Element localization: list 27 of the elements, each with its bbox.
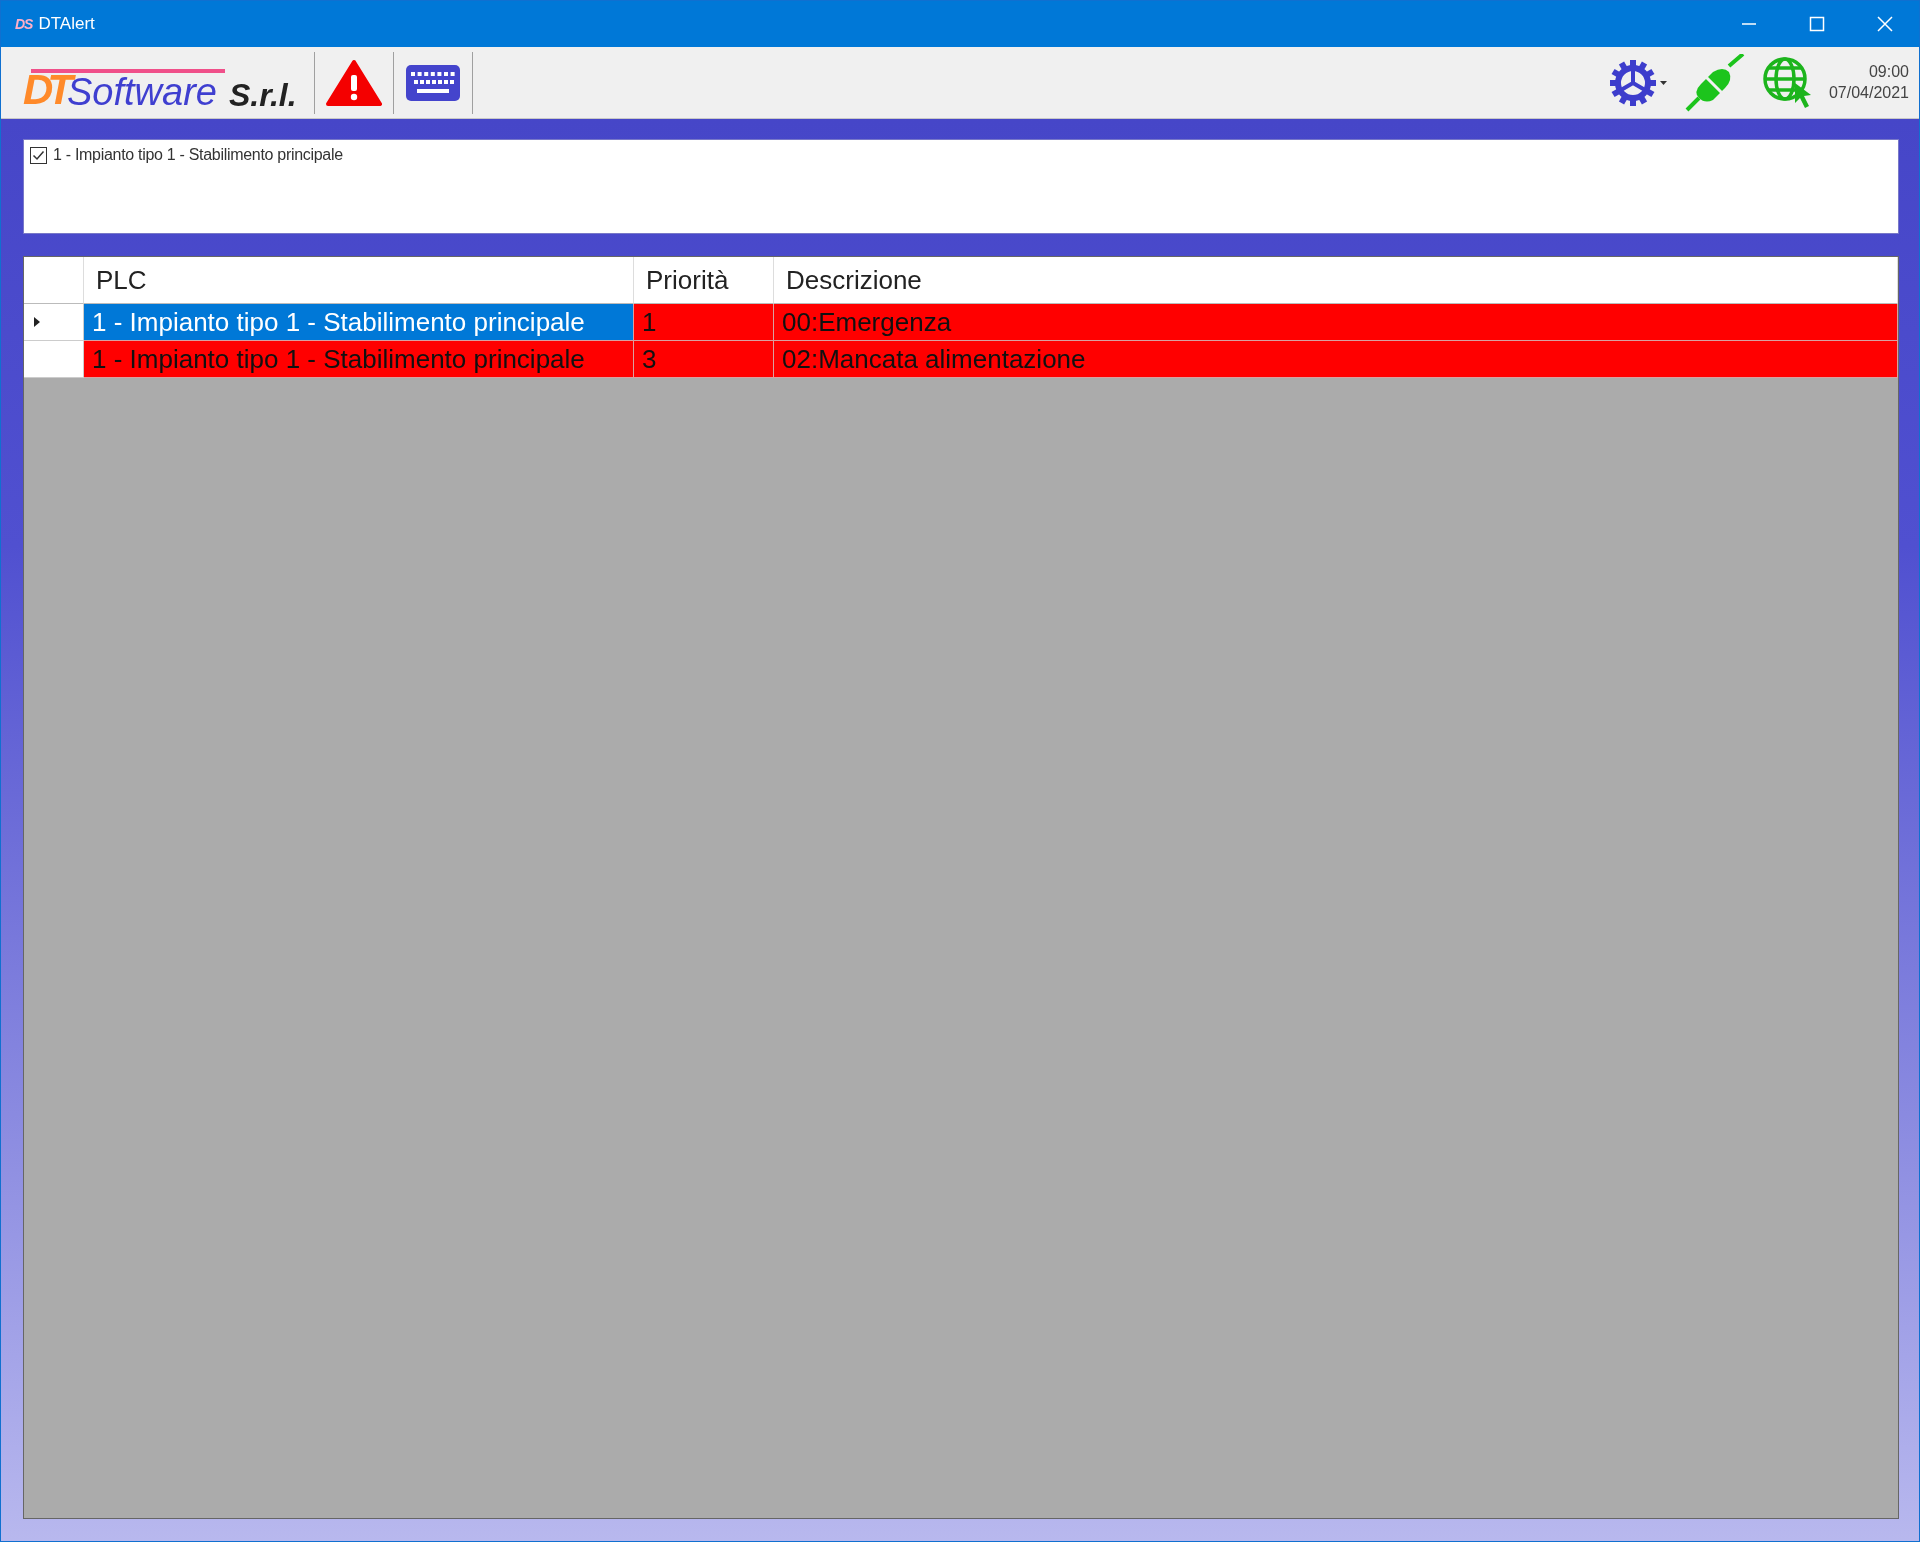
- table-cell[interactable]: 1 - Impianto tipo 1 - Stabilimento principale: [84, 341, 634, 378]
- table-cell[interactable]: 02:Mancata alimentazione: [774, 341, 1898, 378]
- column-header[interactable]: Priorità: [634, 257, 774, 304]
- clock-time: 09:00: [1868, 63, 1909, 81]
- table-cell[interactable]: 00:Emergenza: [774, 304, 1898, 341]
- company-logo: DTSoftware S.r.l.: [23, 64, 297, 111]
- column-header[interactable]: PLC: [84, 257, 634, 304]
- minimize-icon: [1741, 23, 1757, 25]
- plant-label[interactable]: 1 - Impianto tipo 1 - Stabilimento principale: [53, 146, 343, 164]
- table-cell[interactable]: 3: [634, 341, 774, 378]
- app-icon: DS: [15, 16, 33, 32]
- keyboard-icon: [404, 63, 461, 102]
- maximize-icon: [1809, 16, 1825, 32]
- caret-icon: [1659, 80, 1667, 85]
- gear-icon: [1608, 58, 1657, 107]
- row-header[interactable]: [24, 341, 84, 378]
- checkbox[interactable]: [30, 146, 47, 164]
- row-header[interactable]: [24, 304, 84, 341]
- warning-icon: [325, 58, 382, 107]
- column-header[interactable]: Descrizione: [774, 257, 1898, 304]
- table-cell[interactable]: 1 - Impianto tipo 1 - Stabilimento principale: [84, 304, 634, 341]
- window-title: DTAlert: [38, 14, 96, 34]
- current-row-icon: [34, 317, 40, 327]
- table-cell[interactable]: 1: [634, 304, 774, 341]
- clock-date: 07/04/2021: [1828, 84, 1909, 102]
- close-icon: [1877, 16, 1893, 32]
- table-corner: [24, 257, 84, 304]
